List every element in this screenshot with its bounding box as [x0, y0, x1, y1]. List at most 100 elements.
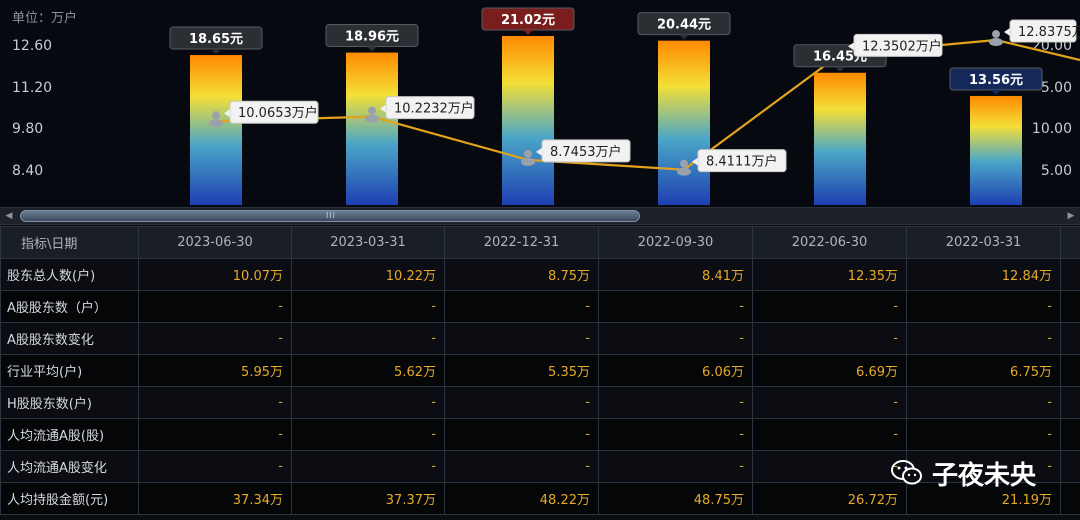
table-cell: -	[598, 290, 753, 323]
bar-label-pointer	[211, 49, 221, 55]
header-first-cell: 指标\日期	[0, 226, 139, 259]
scroll-left-arrow-icon[interactable]: ◀	[4, 211, 14, 221]
table-cell: 12.84万	[906, 258, 1061, 291]
column-header[interactable]: 2023-03-31	[291, 226, 445, 259]
table-cell: -	[291, 386, 445, 419]
table-cell: 6.75万	[906, 354, 1061, 387]
table-cell: -	[138, 450, 292, 483]
table-cell: -	[752, 386, 907, 419]
table-cell: -	[138, 418, 292, 451]
bar[interactable]	[346, 52, 398, 206]
column-header[interactable]: 2023-06-30	[138, 226, 292, 259]
table-row[interactable]: A股股东数变化 - - - - - -	[0, 322, 1080, 355]
table-cell: 6.69万	[752, 354, 907, 387]
table-cell: 37.37万	[291, 482, 445, 515]
bar-data-label: 18.96元	[345, 30, 399, 45]
watermark: 子夜未央	[890, 455, 1036, 491]
unit-label: 单位：万户	[12, 10, 77, 26]
table-row[interactable]: 股东总人数(户) 10.07万 10.22万 8.75万 8.41万 12.35万 12.8…	[0, 258, 1080, 291]
table-cell: -	[291, 418, 445, 451]
table-cell: 8.41万	[598, 258, 753, 291]
person-icon-body	[989, 38, 1003, 47]
wechat-icon	[891, 460, 922, 485]
table-cell-overflow	[1060, 322, 1080, 355]
bar[interactable]	[502, 36, 554, 205]
table-cell: 10.07万	[138, 258, 292, 291]
table-cell: 5.95万	[138, 354, 292, 387]
table-row[interactable]: 行业平均(户) 5.95万 5.62万 5.35万 6.06万 6.69万 6.75万	[0, 354, 1080, 387]
line-data-label: 10.0653万户	[238, 105, 318, 121]
bar[interactable]	[970, 95, 1022, 205]
table-cell: 12.35万	[752, 258, 907, 291]
bar-label-pointer	[679, 34, 689, 40]
table-row[interactable]: H股股东数(户) - - - - - -	[0, 386, 1080, 419]
bar-label-pointer	[367, 46, 377, 52]
table-cell: -	[598, 322, 753, 355]
holder-count-line	[215, 38, 1080, 171]
line-data-label: 12.8375万	[1018, 25, 1080, 40]
table-cell: 5.62万	[291, 354, 445, 387]
table-cell: -	[752, 290, 907, 323]
scrollbar-thumb[interactable]: III	[20, 210, 640, 222]
table-row[interactable]: 人均流通A股(股) - - - - - -	[0, 418, 1080, 451]
table-cell: -	[444, 386, 599, 419]
table-header-row: 指标\日期 2023-06-30 2023-03-31 2022-12-31 2…	[0, 226, 1080, 259]
left-tick-label: 11.20	[12, 80, 52, 96]
table-cell: -	[598, 450, 753, 483]
table-cell: -	[906, 386, 1061, 419]
line-label-pointer	[1004, 28, 1010, 37]
table-cell: 8.75万	[444, 258, 599, 291]
table-row[interactable]: A股股东数（户） - - - - - -	[0, 290, 1080, 323]
table-cell-overflow	[1060, 290, 1080, 323]
table-cell-overflow	[1060, 354, 1080, 387]
table-cell: -	[444, 290, 599, 323]
bar-data-label: 13.56元	[969, 73, 1023, 88]
chart-svg: 单位：万户12.6011.209.808.4020.005.0010.005.0…	[12, 7, 1080, 206]
table-cell-overflow	[1060, 258, 1080, 291]
bar[interactable]	[658, 40, 710, 205]
bar-label-pointer	[523, 30, 533, 35]
bar[interactable]	[814, 72, 866, 206]
column-header[interactable]: 2022-12-31	[444, 226, 599, 259]
row-label: H股股东数(户)	[0, 386, 139, 419]
line-data-label: 8.4111万户	[706, 154, 778, 170]
horizontal-scrollbar[interactable]: ◀ III ▶	[0, 207, 1080, 225]
column-header[interactable]: 2022-09-30	[598, 226, 753, 259]
person-icon-body	[365, 114, 379, 123]
table-cell: -	[291, 450, 445, 483]
table-cell: -	[752, 322, 907, 355]
left-tick-label: 8.40	[12, 163, 43, 179]
table-cell: -	[444, 418, 599, 451]
bar-label-pointer	[835, 66, 845, 72]
table-cell: -	[752, 450, 907, 483]
person-icon	[212, 111, 220, 120]
table-cell: -	[598, 386, 753, 419]
person-icon-body	[521, 157, 535, 166]
bar[interactable]	[190, 55, 242, 205]
row-label: 行业平均(户)	[0, 354, 139, 387]
person-icon	[524, 149, 532, 158]
chart-area: 单位：万户 12.60 11.20 9.80 8.40 20.00 5.00 10.00 5.0…	[0, 0, 1080, 207]
column-header-overflow	[1060, 226, 1080, 259]
row-label: 人均持股金额(元)	[0, 482, 139, 515]
table-cell: 10.22万	[291, 258, 445, 291]
scroll-right-arrow-icon[interactable]: ▶	[1066, 211, 1076, 221]
table-cell: -	[906, 418, 1061, 451]
line-data-label: 8.7453万户	[550, 144, 622, 160]
table-cell: 48.22万	[444, 482, 599, 515]
column-header[interactable]: 2022-03-31	[906, 226, 1061, 259]
row-label: 人均流通A股变化	[0, 450, 139, 483]
table-cell: -	[291, 290, 445, 323]
left-tick-label: 9.80	[12, 121, 43, 137]
row-label: A股股东数变化	[0, 322, 139, 355]
bar-data-label: 18.65元	[189, 32, 243, 47]
table-cell: -	[444, 322, 599, 355]
table-cell: 5.35万	[444, 354, 599, 387]
right-tick-label: 5.00	[1041, 80, 1072, 96]
column-header[interactable]: 2022-06-30	[752, 226, 907, 259]
table-cell: -	[906, 322, 1061, 355]
bar-data-label: 20.44元	[657, 18, 711, 33]
table-cell: -	[138, 290, 292, 323]
table-cell: -	[906, 290, 1061, 323]
table-cell: -	[138, 322, 292, 355]
